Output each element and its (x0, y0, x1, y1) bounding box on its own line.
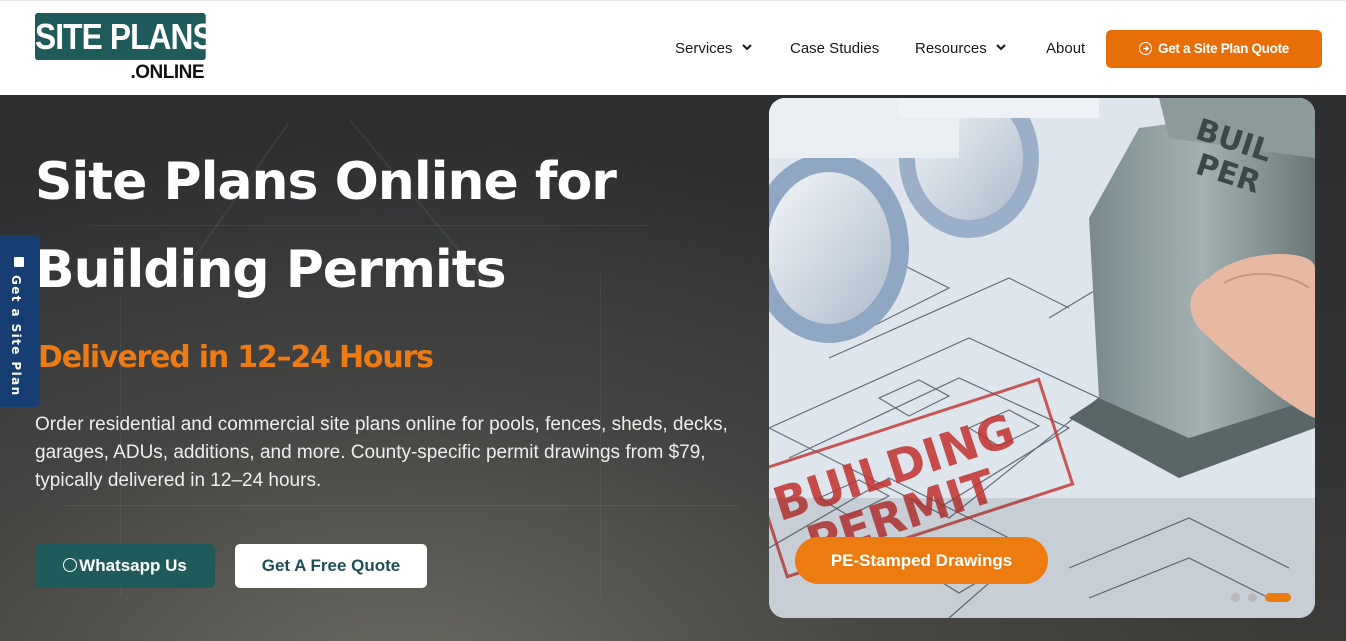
hero-title-line-1: Site Plans Online for (35, 152, 617, 212)
background-decoration (60, 505, 740, 506)
nav-label: Case Studies (790, 40, 880, 57)
carousel-dot-active[interactable] (1265, 593, 1291, 602)
arrow-circle-right-icon (1139, 42, 1152, 55)
whatsapp-icon (63, 558, 78, 572)
hero-title: Site Plans Online for Building Permits (35, 138, 755, 314)
logo-wordmark: SITE PLANS (35, 13, 214, 60)
chevron-down-icon (995, 44, 1006, 51)
document-icon (14, 257, 24, 267)
site-logo[interactable]: SITE PLANS .ONLINE (35, 13, 214, 85)
nav-label: Services (675, 40, 733, 57)
nav-item-resources[interactable]: Resources (915, 39, 1006, 59)
hero-description: Order residential and commercial site pl… (35, 414, 728, 491)
site-header: SITE PLANS .ONLINE Services Case Studies… (0, 0, 1346, 95)
hero-subtitle: Delivered in 12–24 Hours (38, 340, 434, 375)
nav-label: About (1046, 40, 1086, 57)
whatsapp-button[interactable]: Whatsapp Us (35, 544, 215, 588)
free-quote-button[interactable]: Get A Free Quote (235, 544, 427, 588)
hero-title-line-2: Building Permits (35, 240, 507, 300)
nav-label: Resources (915, 40, 987, 57)
site-plan-quote-button[interactable]: Get a Site Plan Quote (1106, 30, 1322, 68)
carousel-dot[interactable] (1248, 593, 1257, 602)
free-quote-label: Get A Free Quote (261, 556, 401, 575)
nav-item-services[interactable]: Services (675, 39, 752, 59)
chevron-down-icon (741, 44, 752, 51)
cta-label: Get a Site Plan Quote (1158, 41, 1289, 56)
pe-stamped-drawings-badge: PE-Stamped Drawings (795, 537, 1048, 584)
logo-domain: .ONLINE (130, 62, 204, 83)
carousel-dot[interactable] (1231, 593, 1240, 602)
whatsapp-label: Whatsapp Us (79, 556, 187, 575)
nav-item-case-studies[interactable]: Case Studies (790, 39, 879, 59)
side-tab-label: Get a Site Plan (9, 275, 23, 397)
get-site-plan-side-tab[interactable]: Get a Site Plan (0, 235, 40, 407)
nav-item-about[interactable]: About (1046, 39, 1085, 59)
